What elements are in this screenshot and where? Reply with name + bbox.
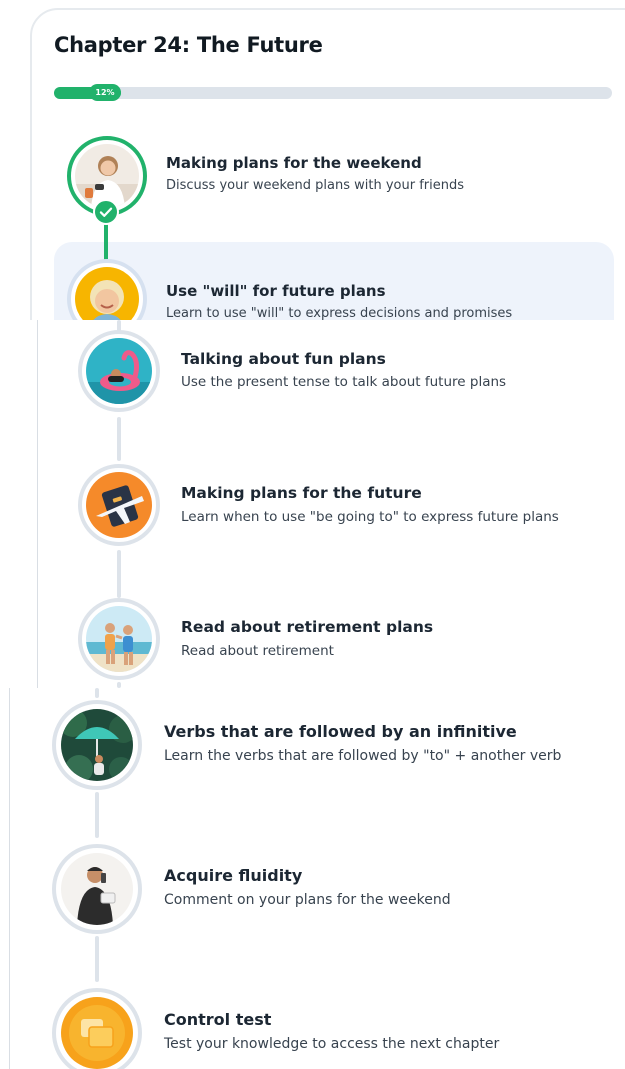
lesson-connector — [117, 550, 121, 598]
lesson-title: Making plans for the future — [181, 484, 422, 502]
lesson-list-section: Talking about fun plans Use the present … — [0, 320, 625, 688]
chapter-title: Chapter 24: The Future — [54, 33, 323, 57]
lesson-title: Use "will" for future plans — [166, 282, 386, 300]
lesson-description: Read about retirement — [181, 643, 334, 659]
lesson-connector — [95, 792, 99, 838]
flamingo-float-thumbnail — [86, 338, 152, 404]
lesson-title: Acquire fluidity — [164, 866, 303, 885]
airplane-passport-thumbnail — [86, 472, 152, 538]
test-badge-icon — [61, 997, 133, 1069]
progress-badge: 12% — [89, 84, 121, 101]
lesson-title: Making plans for the weekend — [166, 154, 422, 172]
lesson-title: Verbs that are followed by an infinitive — [164, 722, 517, 741]
lesson-list-section: Verbs that are followed by an infinitive… — [0, 688, 625, 1069]
lesson-description: Learn when to use "be going to" to expre… — [181, 509, 559, 525]
completed-check-icon — [93, 199, 119, 225]
lesson-connector — [95, 936, 99, 982]
progress-track — [54, 87, 612, 99]
lesson-connector — [104, 221, 108, 261]
lesson-description: Test your knowledge to access the next c… — [164, 1036, 500, 1052]
lesson-title: Talking about fun plans — [181, 350, 386, 368]
man-on-phone-thumbnail — [61, 853, 133, 925]
lesson-connector — [117, 417, 121, 461]
lesson-title: Control test — [164, 1010, 272, 1029]
panel-edge — [37, 320, 38, 688]
lesson-description: Learn the verbs that are followed by "to… — [164, 748, 562, 764]
beach-couple-thumbnail — [86, 606, 152, 672]
umbrella-jungle-thumbnail — [61, 709, 133, 781]
lesson-description: Learn to use "will" to express decisions… — [166, 306, 513, 320]
lesson-description: Comment on your plans for the weekend — [164, 892, 451, 908]
lesson-title: Read about retirement plans — [181, 618, 434, 636]
lesson-connector — [95, 688, 99, 698]
chapter-header-panel: Chapter 24: The Future 12% Making plans … — [0, 0, 625, 320]
lesson-description: Use the present tense to talk about futu… — [181, 374, 507, 390]
lesson-description: Discuss your weekend plans with your fri… — [166, 178, 464, 193]
panel-edge — [9, 688, 10, 1069]
